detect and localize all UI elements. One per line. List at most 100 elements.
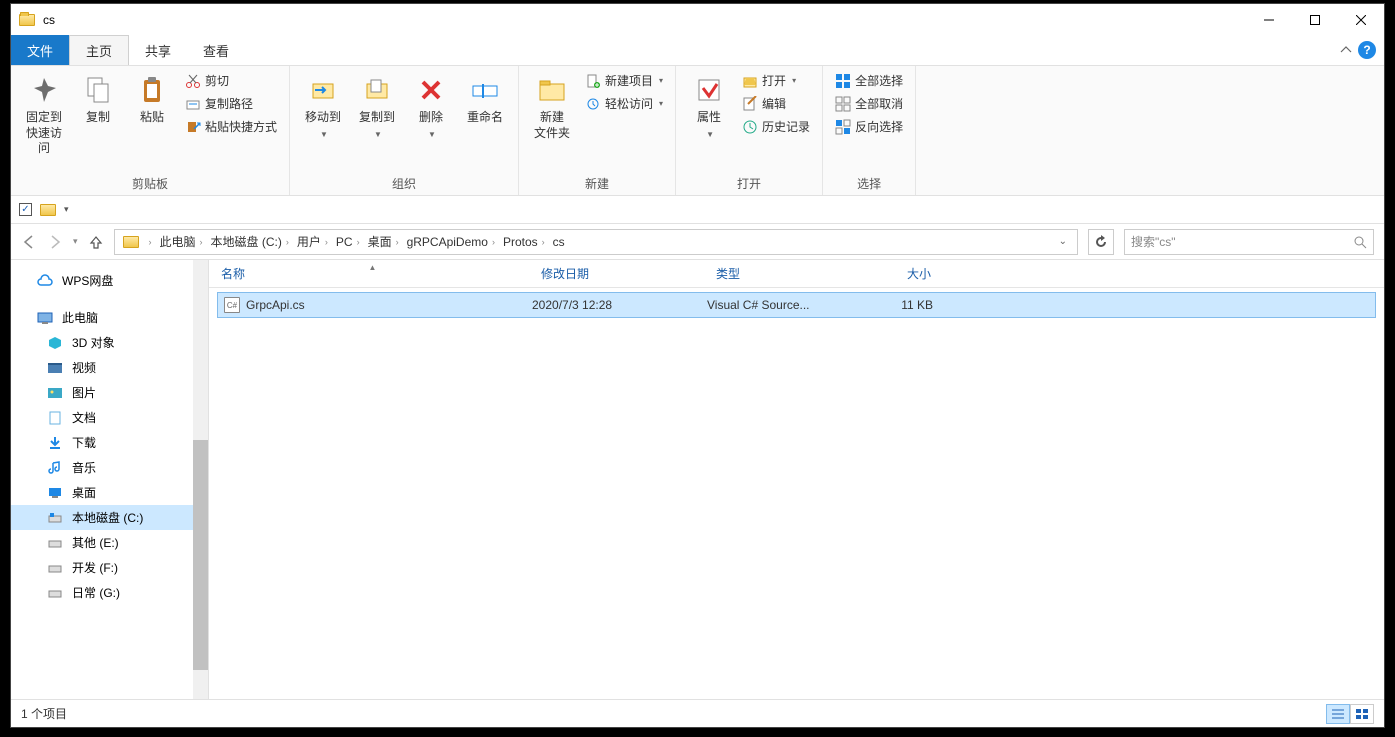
scrollbar-thumb[interactable] xyxy=(193,440,208,670)
easy-access-icon xyxy=(585,96,601,112)
sidebar-item-wps[interactable]: WPS网盘 xyxy=(11,268,208,293)
breadcrumb-cs[interactable]: cs xyxy=(549,235,569,249)
pin-quick-access-button[interactable]: 固定到 快速访问 xyxy=(19,70,69,161)
minimize-button[interactable] xyxy=(1246,4,1292,35)
copy-icon xyxy=(82,74,114,106)
cut-button[interactable]: 剪切 xyxy=(181,70,281,91)
view-toggle xyxy=(1326,704,1374,724)
help-icon[interactable]: ? xyxy=(1358,41,1376,59)
address-bar[interactable]: › 此电脑› 本地磁盘 (C:)› 用户› PC› 桌面› gRPCApiDem… xyxy=(114,229,1078,255)
sidebar-item-this-pc[interactable]: 此电脑 xyxy=(11,305,208,330)
ribbon-group-organize: 移动到 ▼ 复制到 ▼ 删除 ▼ xyxy=(290,66,519,195)
details-view-button[interactable] xyxy=(1326,704,1350,724)
checkbox-icon[interactable]: ✓ xyxy=(19,203,32,216)
sidebar-item-g-drive[interactable]: 日常 (G:) xyxy=(11,580,208,605)
chevron-down-icon: ▼ xyxy=(706,130,714,139)
titlebar: cs xyxy=(11,4,1384,35)
address-dropdown[interactable]: ⌄ xyxy=(1053,236,1073,247)
sort-ascending-icon: ▲ xyxy=(369,263,377,272)
file-list: C# GrpcApi.cs 2020/7/3 12:28 Visual C# S… xyxy=(209,288,1384,699)
drive-icon xyxy=(46,586,64,600)
properties-icon xyxy=(693,74,725,106)
breadcrumb-protos[interactable]: Protos› xyxy=(499,235,549,249)
computer-icon xyxy=(36,311,54,325)
search-input[interactable] xyxy=(1131,235,1353,249)
breadcrumb-c-drive[interactable]: 本地磁盘 (C:)› xyxy=(207,233,293,250)
chevron-right-icon[interactable]: › xyxy=(143,237,156,247)
body-area: WPS网盘 此电脑 3D 对象 视频 xyxy=(11,260,1384,699)
copy-path-button[interactable]: 复制路径 xyxy=(181,93,281,114)
move-to-button[interactable]: 移动到 ▼ xyxy=(298,70,348,143)
breadcrumb-pc[interactable]: PC› xyxy=(332,235,364,249)
sidebar-item-documents[interactable]: 文档 xyxy=(11,405,208,430)
paste-button[interactable]: 粘贴 xyxy=(127,70,177,130)
breadcrumb-users[interactable]: 用户› xyxy=(293,233,332,250)
invert-selection-button[interactable]: 反向选择 xyxy=(831,116,907,137)
quick-access-dropdown[interactable]: ▾ xyxy=(64,204,69,215)
forward-button[interactable] xyxy=(47,234,63,250)
sidebar-item-music[interactable]: 音乐 xyxy=(11,455,208,480)
copy-button[interactable]: 复制 xyxy=(73,70,123,130)
refresh-button[interactable] xyxy=(1088,229,1114,255)
sidebar-item-c-drive[interactable]: 本地磁盘 (C:) xyxy=(11,505,208,530)
tab-view[interactable]: 查看 xyxy=(187,35,245,65)
edit-button[interactable]: 编辑 xyxy=(738,93,814,114)
open-button[interactable]: 打开 ▾ xyxy=(738,70,814,91)
column-size[interactable]: 大小 xyxy=(854,265,944,282)
sidebar-item-videos[interactable]: 视频 xyxy=(11,355,208,380)
folder-icon[interactable] xyxy=(40,204,56,216)
breadcrumb-this-pc[interactable]: 此电脑› xyxy=(156,233,207,250)
drive-icon xyxy=(46,561,64,575)
ribbon-group-new: 新建 文件夹 新建项目 ▾ 轻松访问 xyxy=(519,66,676,195)
paste-icon xyxy=(136,74,168,106)
icons-view-button[interactable] xyxy=(1350,704,1374,724)
rename-icon xyxy=(469,74,501,106)
recent-dropdown[interactable]: ▾ xyxy=(73,236,78,247)
up-button[interactable] xyxy=(88,234,104,250)
chevron-down-icon: ▾ xyxy=(659,99,663,108)
properties-button[interactable]: 属性 ▼ xyxy=(684,70,734,143)
chevron-down-icon: ▼ xyxy=(428,130,436,139)
sidebar-item-downloads[interactable]: 下载 xyxy=(11,430,208,455)
ribbon-group-select: 全部选择 全部取消 反向选择 选择 xyxy=(823,66,916,195)
new-folder-icon xyxy=(536,74,568,106)
back-button[interactable] xyxy=(21,234,37,250)
sidebar-item-pictures[interactable]: 图片 xyxy=(11,380,208,405)
select-all-button[interactable]: 全部选择 xyxy=(831,70,907,91)
sidebar-item-f-drive[interactable]: 开发 (F:) xyxy=(11,555,208,580)
tab-home[interactable]: 主页 xyxy=(69,35,129,65)
ribbon-tabs: 文件 主页 共享 查看 ? xyxy=(11,35,1384,66)
column-date[interactable]: 修改日期 xyxy=(529,265,704,282)
easy-access-button[interactable]: 轻松访问 ▾ xyxy=(581,93,667,114)
navigation-bar: ▾ › 此电脑› 本地磁盘 (C:)› 用户› PC› 桌面› gRPCApiD… xyxy=(11,224,1384,260)
column-name[interactable]: 名称 ▲ xyxy=(209,265,529,282)
breadcrumb-grpcapidemo[interactable]: gRPCApiDemo› xyxy=(403,235,499,249)
rename-button[interactable]: 重命名 xyxy=(460,70,510,130)
select-none-button[interactable]: 全部取消 xyxy=(831,93,907,114)
history-icon xyxy=(742,119,758,135)
history-button[interactable]: 历史记录 xyxy=(738,116,814,137)
group-label-open: 打开 xyxy=(684,172,814,195)
cloud-icon xyxy=(36,274,54,288)
new-folder-button[interactable]: 新建 文件夹 xyxy=(527,70,577,145)
move-to-icon xyxy=(307,74,339,106)
collapse-ribbon-icon[interactable] xyxy=(1334,35,1358,65)
tab-share[interactable]: 共享 xyxy=(129,35,187,65)
paste-shortcut-button[interactable]: 粘贴快捷方式 xyxy=(181,116,281,137)
sidebar-item-3d-objects[interactable]: 3D 对象 xyxy=(11,330,208,355)
copy-to-button[interactable]: 复制到 ▼ xyxy=(352,70,402,143)
select-all-icon xyxy=(835,73,851,89)
ribbon-group-open: 属性 ▼ 打开 ▾ 编辑 xyxy=(676,66,823,195)
search-box[interactable] xyxy=(1124,229,1374,255)
tab-file[interactable]: 文件 xyxy=(11,35,69,65)
sidebar-item-desktop[interactable]: 桌面 xyxy=(11,480,208,505)
new-item-button[interactable]: 新建项目 ▾ xyxy=(581,70,667,91)
delete-button[interactable]: 删除 ▼ xyxy=(406,70,456,143)
close-button[interactable] xyxy=(1338,4,1384,35)
file-row[interactable]: C# GrpcApi.cs 2020/7/3 12:28 Visual C# S… xyxy=(217,292,1376,318)
maximize-button[interactable] xyxy=(1292,4,1338,35)
sidebar-item-e-drive[interactable]: 其他 (E:) xyxy=(11,530,208,555)
document-icon xyxy=(46,411,64,425)
column-type[interactable]: 类型 xyxy=(704,265,854,282)
breadcrumb-desktop[interactable]: 桌面› xyxy=(364,233,403,250)
